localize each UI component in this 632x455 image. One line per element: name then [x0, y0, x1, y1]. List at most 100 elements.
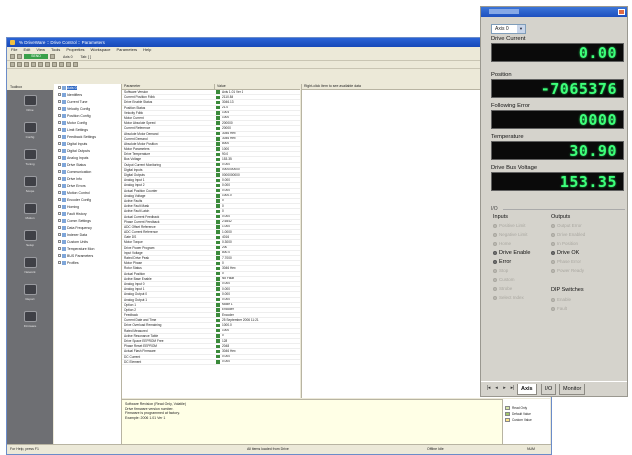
menu-tools[interactable]: Tools	[51, 47, 60, 53]
param-value-cell[interactable]: 0	[214, 209, 224, 214]
param-value-cell[interactable]: Axis 1.01 Ver 1	[214, 90, 243, 94]
tree-item[interactable]: Digital Inputs	[54, 140, 121, 147]
menu-help[interactable]: Help	[143, 47, 151, 53]
param-value-cell[interactable]: 3046 Hex	[214, 266, 236, 271]
tree-item[interactable]: Velocity Config	[54, 105, 121, 112]
undo-icon[interactable]	[45, 62, 50, 67]
param-value-cell[interactable]: 1000	[214, 147, 229, 151]
tab-next-icon[interactable]: ▸	[501, 385, 508, 392]
param-value-cell[interactable]: 0.000	[214, 282, 230, 286]
param-value-cell[interactable]: 4016	[214, 235, 229, 240]
param-value-cell[interactable]: 3046 Hex	[214, 132, 236, 136]
param-value-cell[interactable]: 1000	[214, 116, 229, 120]
tree-item[interactable]: Axis 0	[54, 84, 121, 91]
expand-icon[interactable]	[58, 233, 61, 236]
tab-axis[interactable]: Axis	[517, 384, 537, 395]
param-value-cell[interactable]: 0.000	[214, 215, 230, 219]
refresh-icon[interactable]	[52, 62, 57, 67]
expand-icon[interactable]	[58, 191, 61, 194]
tree-item[interactable]: Indexer Data	[54, 231, 121, 238]
expand-icon[interactable]	[58, 254, 61, 257]
expand-icon[interactable]	[58, 205, 61, 208]
expand-icon[interactable]	[58, 247, 61, 250]
param-value-cell[interactable]: No Fault	[214, 277, 234, 281]
param-value-cell[interactable]: 128	[214, 339, 227, 343]
param-value-cell[interactable]: Encoder	[214, 308, 234, 312]
tree-item[interactable]: Drive Info	[54, 175, 121, 182]
expand-icon[interactable]	[58, 121, 61, 124]
expand-icon[interactable]	[58, 170, 61, 173]
tree-item[interactable]: Current Tune	[54, 98, 121, 105]
tree-item[interactable]: Custom Units	[54, 238, 121, 245]
param-value-cell[interactable]: 0.000	[214, 183, 230, 188]
param-value-cell[interactable]: 2110.84	[214, 95, 233, 100]
monitor-close-button[interactable]	[618, 9, 625, 15]
expand-icon[interactable]	[58, 163, 61, 166]
tree-item[interactable]: Motion Control	[54, 189, 121, 196]
tab-io[interactable]: I/O	[541, 384, 557, 395]
param-value-cell[interactable]: 1.000	[214, 225, 230, 229]
new-icon[interactable]	[10, 54, 15, 59]
param-value-cell[interactable]: 8000	[214, 142, 229, 146]
tree-item[interactable]: Digital Outputs	[54, 147, 121, 154]
param-value-cell[interactable]: Mode 1	[214, 303, 233, 307]
tree-item[interactable]: Encoder Config	[54, 196, 121, 203]
param-value-cell[interactable]: 3046 Hex	[214, 349, 236, 354]
tree-item[interactable]: Position Config	[54, 112, 121, 119]
table-row[interactable]: DC Element 0.000	[122, 360, 300, 365]
paste-icon[interactable]	[38, 62, 43, 67]
menu-view[interactable]: View	[36, 47, 45, 53]
expand-icon[interactable]	[58, 142, 61, 145]
param-value-cell[interactable]: Encoder	[214, 313, 234, 317]
param-value-cell[interactable]: 1000.0	[214, 194, 232, 198]
save-icon[interactable]	[10, 62, 15, 67]
expand-icon[interactable]	[58, 93, 61, 96]
menu-file[interactable]: File	[11, 47, 17, 53]
param-value-cell[interactable]: 0.000	[214, 355, 230, 359]
column-header-parameter[interactable]: Parameter	[122, 84, 215, 89]
tree-item[interactable]: Identifiers	[54, 91, 121, 98]
help-icon[interactable]	[73, 62, 78, 67]
expand-icon[interactable]	[58, 240, 61, 243]
param-value-cell[interactable]: 3046 Hex	[214, 137, 236, 141]
tree-item[interactable]: Drive Errors	[54, 182, 121, 189]
toolbox-item-config[interactable]: Config	[7, 117, 53, 144]
tree-item[interactable]: Fault History	[54, 210, 121, 217]
cut-icon[interactable]	[24, 62, 29, 67]
expand-icon[interactable]	[58, 184, 61, 187]
tree-item[interactable]: Homing	[54, 203, 121, 210]
toolbox-item-tuning[interactable]: Tuning	[7, 144, 53, 171]
param-value-cell[interactable]: 0000000000	[214, 168, 240, 172]
toolbox-item-drive[interactable]: Drive	[7, 90, 53, 117]
expand-icon[interactable]	[58, 149, 61, 152]
toolbox-item-scope[interactable]: Scope	[7, 171, 53, 198]
expand-icon[interactable]	[58, 100, 61, 103]
send-button[interactable]: SEND	[24, 54, 48, 59]
toolbox-item-motion[interactable]: Motion	[7, 198, 53, 225]
tab-prev-icon[interactable]: ◂	[493, 385, 500, 392]
param-value-cell[interactable]: 1000.0	[214, 323, 232, 328]
upload-icon[interactable]	[59, 62, 64, 67]
menu-properties[interactable]: Properties	[66, 47, 84, 53]
tab-last-icon[interactable]: ▸|	[509, 385, 516, 392]
param-value-cell[interactable]: 0000000000	[214, 173, 240, 177]
tree-item[interactable]: Feedback Settings	[54, 133, 121, 140]
expand-icon[interactable]	[58, 128, 61, 131]
param-value-cell[interactable]: 0	[214, 272, 224, 276]
param-value-cell[interactable]: 200	[214, 246, 227, 250]
expand-icon[interactable]	[58, 198, 61, 201]
param-value-cell[interactable]: 0	[214, 261, 224, 266]
param-value-cell[interactable]: 0.000	[214, 163, 230, 167]
monitor-title-bar[interactable]	[481, 7, 627, 17]
param-value-cell[interactable]: 20000	[214, 126, 231, 131]
param-value-cell[interactable]: 0	[214, 204, 224, 208]
param-value-cell[interactable]: 2048	[214, 344, 229, 349]
param-value-cell[interactable]: 200000	[214, 121, 233, 125]
param-value-cell[interactable]: 0.000	[214, 298, 230, 302]
param-value-cell[interactable]: 1004	[214, 111, 229, 115]
print-icon[interactable]	[17, 62, 22, 67]
expand-icon[interactable]	[58, 135, 61, 138]
param-value-cell[interactable]: 0.000	[214, 189, 230, 193]
tree-item[interactable]: Limit Settings	[54, 126, 121, 133]
tree-item[interactable]: Drive Status	[54, 161, 121, 168]
